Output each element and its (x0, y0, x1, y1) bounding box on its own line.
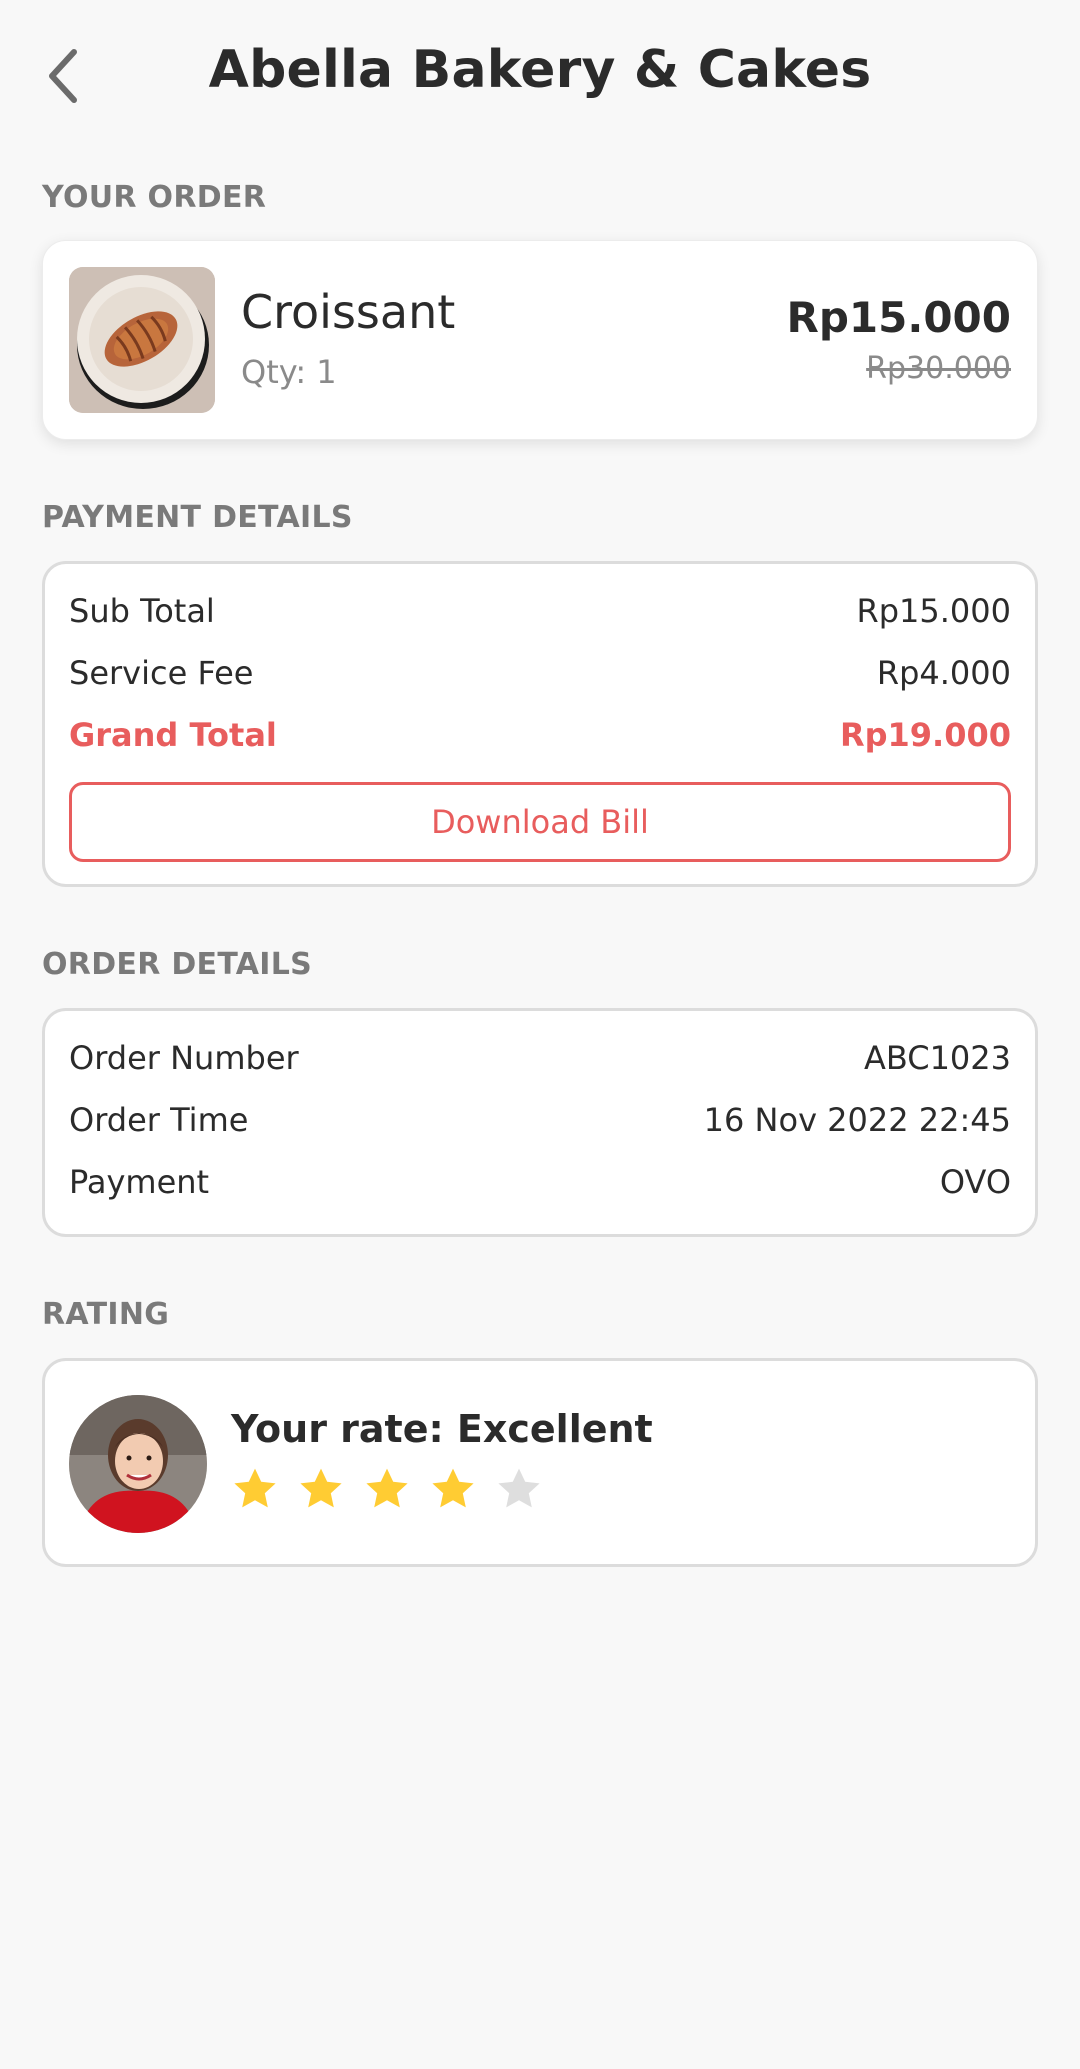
star-filled-icon[interactable] (231, 1465, 279, 1513)
order-time-row: Order Time 16 Nov 2022 22:45 (69, 1101, 1011, 1139)
star-filled-icon[interactable] (297, 1465, 345, 1513)
product-price: Rp15.000 (786, 293, 1011, 342)
sub-total-value: Rp15.000 (856, 592, 1011, 630)
page-title: Abella Bakery & Cakes (208, 40, 872, 100)
service-fee-row: Service Fee Rp4.000 (69, 654, 1011, 692)
order-detail-screen: Abella Bakery & Cakes YOUR ORDER Croissa (0, 0, 1080, 2069)
product-qty: Qty: 1 (241, 353, 337, 391)
star-filled-icon[interactable] (363, 1465, 411, 1513)
grand-total-row: Grand Total Rp19.000 (69, 716, 1011, 754)
order-number-row: Order Number ABC1023 (69, 1039, 1011, 1077)
header: Abella Bakery & Cakes (0, 0, 1080, 150)
croissant-image (69, 267, 215, 413)
grand-total-value: Rp19.000 (839, 716, 1011, 754)
payment-details-card: Sub Total Rp15.000 Service Fee Rp4.000 G… (42, 561, 1038, 887)
rating-label: RATING (42, 1297, 170, 1332)
user-avatar (69, 1395, 207, 1533)
grand-total-label: Grand Total (69, 716, 277, 754)
order-details-label: ORDER DETAILS (42, 947, 313, 982)
order-details-card: Order Number ABC1023 Order Time 16 Nov 2… (42, 1008, 1038, 1237)
order-number-value: ABC1023 (863, 1039, 1011, 1077)
order-time-value: 16 Nov 2022 22:45 (703, 1101, 1011, 1139)
sub-total-label: Sub Total (69, 592, 215, 630)
order-time-label: Order Time (69, 1101, 249, 1139)
service-fee-value: Rp4.000 (876, 654, 1011, 692)
payment-method-row: Payment OVO (69, 1163, 1011, 1201)
rating-card: Your rate: Excellent (42, 1358, 1038, 1567)
rate-text: Your rate: Excellent (231, 1407, 653, 1451)
payment-details-label: PAYMENT DETAILS (42, 500, 353, 535)
payment-method-value: OVO (939, 1163, 1011, 1201)
payment-method-label: Payment (69, 1163, 210, 1201)
sub-total-row: Sub Total Rp15.000 (69, 592, 1011, 630)
star-rating[interactable] (231, 1465, 543, 1513)
your-order-label: YOUR ORDER (42, 180, 267, 215)
order-number-label: Order Number (69, 1039, 299, 1077)
product-original-price: Rp30.000 (866, 351, 1011, 386)
star-filled-icon[interactable] (429, 1465, 477, 1513)
order-item-card[interactable]: Croissant Qty: 1 Rp15.000 Rp30.000 (42, 240, 1038, 440)
star-empty-icon[interactable] (495, 1465, 543, 1513)
download-bill-button[interactable]: Download Bill (69, 782, 1011, 862)
service-fee-label: Service Fee (69, 654, 254, 692)
product-name: Croissant (241, 285, 456, 339)
